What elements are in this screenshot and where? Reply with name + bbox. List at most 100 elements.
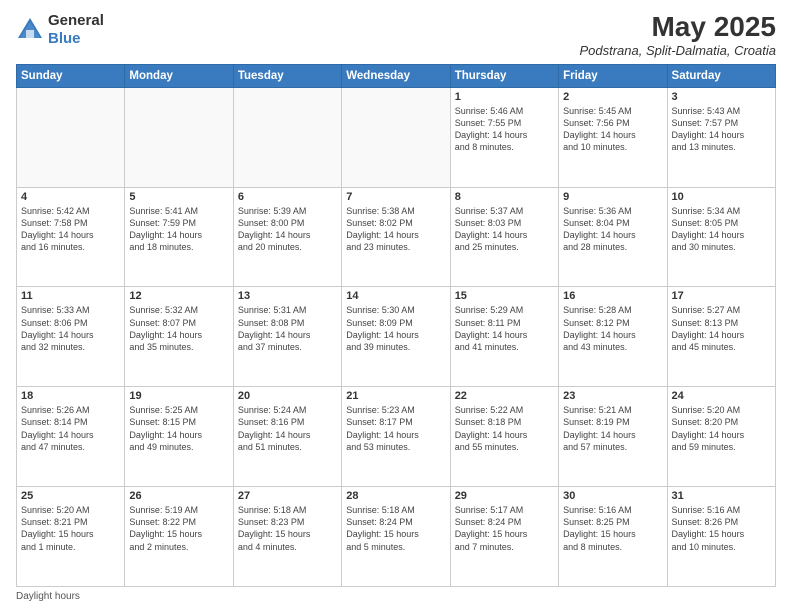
day-number: 13 <box>238 290 337 302</box>
day-number: 22 <box>455 390 554 402</box>
day-info: Sunrise: 5:18 AM Sunset: 8:24 PM Dayligh… <box>346 504 445 553</box>
logo-blue: Blue <box>48 30 81 47</box>
day-number: 27 <box>238 490 337 502</box>
day-info: Sunrise: 5:36 AM Sunset: 8:04 PM Dayligh… <box>563 205 662 254</box>
calendar-cell: 5 Sunrise: 5:41 AM Sunset: 7:59 PM Daylig… <box>125 187 233 287</box>
day-info: Sunrise: 5:23 AM Sunset: 8:17 PM Dayligh… <box>346 404 445 453</box>
day-number: 10 <box>672 191 771 203</box>
day-number: 17 <box>672 290 771 302</box>
day-number: 31 <box>672 490 771 502</box>
calendar-cell: 19 Sunrise: 5:25 AM Sunset: 8:15 PM Dayli… <box>125 387 233 487</box>
calendar-cell: 2 Sunrise: 5:45 AM Sunset: 7:56 PM Daylig… <box>559 87 667 187</box>
day-number: 2 <box>563 91 662 103</box>
calendar-cell <box>17 87 125 187</box>
day-info: Sunrise: 5:39 AM Sunset: 8:00 PM Dayligh… <box>238 205 337 254</box>
calendar-header-row: Sunday Monday Tuesday Wednesday Thursday… <box>17 64 776 87</box>
day-number: 19 <box>129 390 228 402</box>
day-info: Sunrise: 5:26 AM Sunset: 8:14 PM Dayligh… <box>21 404 120 453</box>
calendar-subtitle: Podstrana, Split-Dalmatia, Croatia <box>579 43 776 58</box>
calendar-cell: 17Sunrise: 5:27 AM Sunset: 8:13 PM Dayli… <box>667 287 775 387</box>
col-friday: Friday <box>559 64 667 87</box>
header: General Blue May 2025 Podstrana, Split-D… <box>16 12 776 58</box>
col-sunday: Sunday <box>17 64 125 87</box>
calendar-cell: 15 Sunrise: 5:29 AM Sunset: 8:11 PM Dayli… <box>450 287 558 387</box>
calendar-cell: 10 Sunrise: 5:34 AM Sunset: 8:05 PM Dayli… <box>667 187 775 287</box>
calendar-cell: 12 Sunrise: 5:32 AM Sunset: 8:07 PM Dayli… <box>125 287 233 387</box>
calendar-cell: 7 Sunrise: 5:38 AM Sunset: 8:02 PM Daylig… <box>342 187 450 287</box>
day-info: Sunrise: 5:17 AM Sunset: 8:24 PM Dayligh… <box>455 504 554 553</box>
day-number: 16 <box>563 290 662 302</box>
day-info: Sunrise: 5:31 AM Sunset: 8:08 PM Dayligh… <box>238 304 337 353</box>
calendar-cell: 16 Sunrise: 5:28 AM Sunset: 8:12 PM Dayli… <box>559 287 667 387</box>
day-info: Sunrise: 5:42 AM Sunset: 7:58 PM Dayligh… <box>21 205 120 254</box>
day-number: 21 <box>346 390 445 402</box>
title-block: May 2025 Podstrana, Split-Dalmatia, Croa… <box>579 12 776 58</box>
calendar-cell: 20 Sunrise: 5:24 AM Sunset: 8:16 PM Dayli… <box>233 387 341 487</box>
day-info: Sunrise: 5:25 AM Sunset: 8:15 PM Dayligh… <box>129 404 228 453</box>
calendar-cell <box>125 87 233 187</box>
day-info: Sunrise: 5:34 AM Sunset: 8:05 PM Dayligh… <box>672 205 771 254</box>
calendar-cell: 11Sunrise: 5:33 AM Sunset: 8:06 PM Dayli… <box>17 287 125 387</box>
day-number: 28 <box>346 490 445 502</box>
day-number: 9 <box>563 191 662 203</box>
logo-general: General <box>48 12 104 29</box>
day-info: Sunrise: 5:46 AM Sunset: 7:55 PM Dayligh… <box>455 105 554 154</box>
calendar-cell: 8 Sunrise: 5:37 AM Sunset: 8:03 PM Daylig… <box>450 187 558 287</box>
day-info: Sunrise: 5:28 AM Sunset: 8:12 PM Dayligh… <box>563 304 662 353</box>
logo: General Blue <box>16 12 104 48</box>
calendar-cell: 21 Sunrise: 5:23 AM Sunset: 8:17 PM Dayli… <box>342 387 450 487</box>
day-info: Sunrise: 5:19 AM Sunset: 8:22 PM Dayligh… <box>129 504 228 553</box>
day-number: 15 <box>455 290 554 302</box>
calendar-cell: 26 Sunrise: 5:19 AM Sunset: 8:22 PM Dayli… <box>125 487 233 587</box>
day-info: Sunrise: 5:32 AM Sunset: 8:07 PM Dayligh… <box>129 304 228 353</box>
day-info: Sunrise: 5:43 AM Sunset: 7:57 PM Dayligh… <box>672 105 771 154</box>
day-number: 6 <box>238 191 337 203</box>
day-number: 3 <box>672 91 771 103</box>
day-number: 8 <box>455 191 554 203</box>
calendar-week-row: 25Sunrise: 5:20 AM Sunset: 8:21 PM Dayli… <box>17 487 776 587</box>
day-info: Sunrise: 5:30 AM Sunset: 8:09 PM Dayligh… <box>346 304 445 353</box>
calendar-cell: 28 Sunrise: 5:18 AM Sunset: 8:24 PM Dayli… <box>342 487 450 587</box>
day-info: Sunrise: 5:41 AM Sunset: 7:59 PM Dayligh… <box>129 205 228 254</box>
calendar-cell: 23 Sunrise: 5:21 AM Sunset: 8:19 PM Dayli… <box>559 387 667 487</box>
day-number: 20 <box>238 390 337 402</box>
day-info: Sunrise: 5:20 AM Sunset: 8:20 PM Dayligh… <box>672 404 771 453</box>
day-number: 29 <box>455 490 554 502</box>
calendar-cell: 1Sunrise: 5:46 AM Sunset: 7:55 PM Daylig… <box>450 87 558 187</box>
calendar-table: Sunday Monday Tuesday Wednesday Thursday… <box>16 64 776 587</box>
calendar-cell: 3 Sunrise: 5:43 AM Sunset: 7:57 PM Daylig… <box>667 87 775 187</box>
day-info: Sunrise: 5:37 AM Sunset: 8:03 PM Dayligh… <box>455 205 554 254</box>
day-info: Sunrise: 5:29 AM Sunset: 8:11 PM Dayligh… <box>455 304 554 353</box>
day-info: Sunrise: 5:21 AM Sunset: 8:19 PM Dayligh… <box>563 404 662 453</box>
day-info: Sunrise: 5:16 AM Sunset: 8:26 PM Dayligh… <box>672 504 771 553</box>
calendar-cell: 31 Sunrise: 5:16 AM Sunset: 8:26 PM Dayli… <box>667 487 775 587</box>
calendar-week-row: 11Sunrise: 5:33 AM Sunset: 8:06 PM Dayli… <box>17 287 776 387</box>
col-tuesday: Tuesday <box>233 64 341 87</box>
page: General Blue May 2025 Podstrana, Split-D… <box>0 0 792 612</box>
day-number: 25 <box>21 490 120 502</box>
day-number: 12 <box>129 290 228 302</box>
calendar-week-row: 18Sunrise: 5:26 AM Sunset: 8:14 PM Dayli… <box>17 387 776 487</box>
col-thursday: Thursday <box>450 64 558 87</box>
calendar-cell: 30Sunrise: 5:16 AM Sunset: 8:25 PM Dayli… <box>559 487 667 587</box>
day-info: Sunrise: 5:24 AM Sunset: 8:16 PM Dayligh… <box>238 404 337 453</box>
logo-icon <box>16 16 44 44</box>
day-number: 7 <box>346 191 445 203</box>
calendar-cell: 4 Sunrise: 5:42 AM Sunset: 7:58 PM Daylig… <box>17 187 125 287</box>
calendar-week-row: 4 Sunrise: 5:42 AM Sunset: 7:58 PM Daylig… <box>17 187 776 287</box>
day-number: 23 <box>563 390 662 402</box>
calendar-cell: 24Sunrise: 5:20 AM Sunset: 8:20 PM Dayli… <box>667 387 775 487</box>
day-info: Sunrise: 5:18 AM Sunset: 8:23 PM Dayligh… <box>238 504 337 553</box>
col-saturday: Saturday <box>667 64 775 87</box>
day-info: Sunrise: 5:38 AM Sunset: 8:02 PM Dayligh… <box>346 205 445 254</box>
day-number: 4 <box>21 191 120 203</box>
day-number: 5 <box>129 191 228 203</box>
day-number: 26 <box>129 490 228 502</box>
footer-note: Daylight hours <box>16 591 776 602</box>
day-info: Sunrise: 5:45 AM Sunset: 7:56 PM Dayligh… <box>563 105 662 154</box>
day-info: Sunrise: 5:22 AM Sunset: 8:18 PM Dayligh… <box>455 404 554 453</box>
calendar-week-row: 1Sunrise: 5:46 AM Sunset: 7:55 PM Daylig… <box>17 87 776 187</box>
calendar-cell: 29 Sunrise: 5:17 AM Sunset: 8:24 PM Dayli… <box>450 487 558 587</box>
calendar-cell: 22 Sunrise: 5:22 AM Sunset: 8:18 PM Dayli… <box>450 387 558 487</box>
calendar-cell: 9 Sunrise: 5:36 AM Sunset: 8:04 PM Daylig… <box>559 187 667 287</box>
